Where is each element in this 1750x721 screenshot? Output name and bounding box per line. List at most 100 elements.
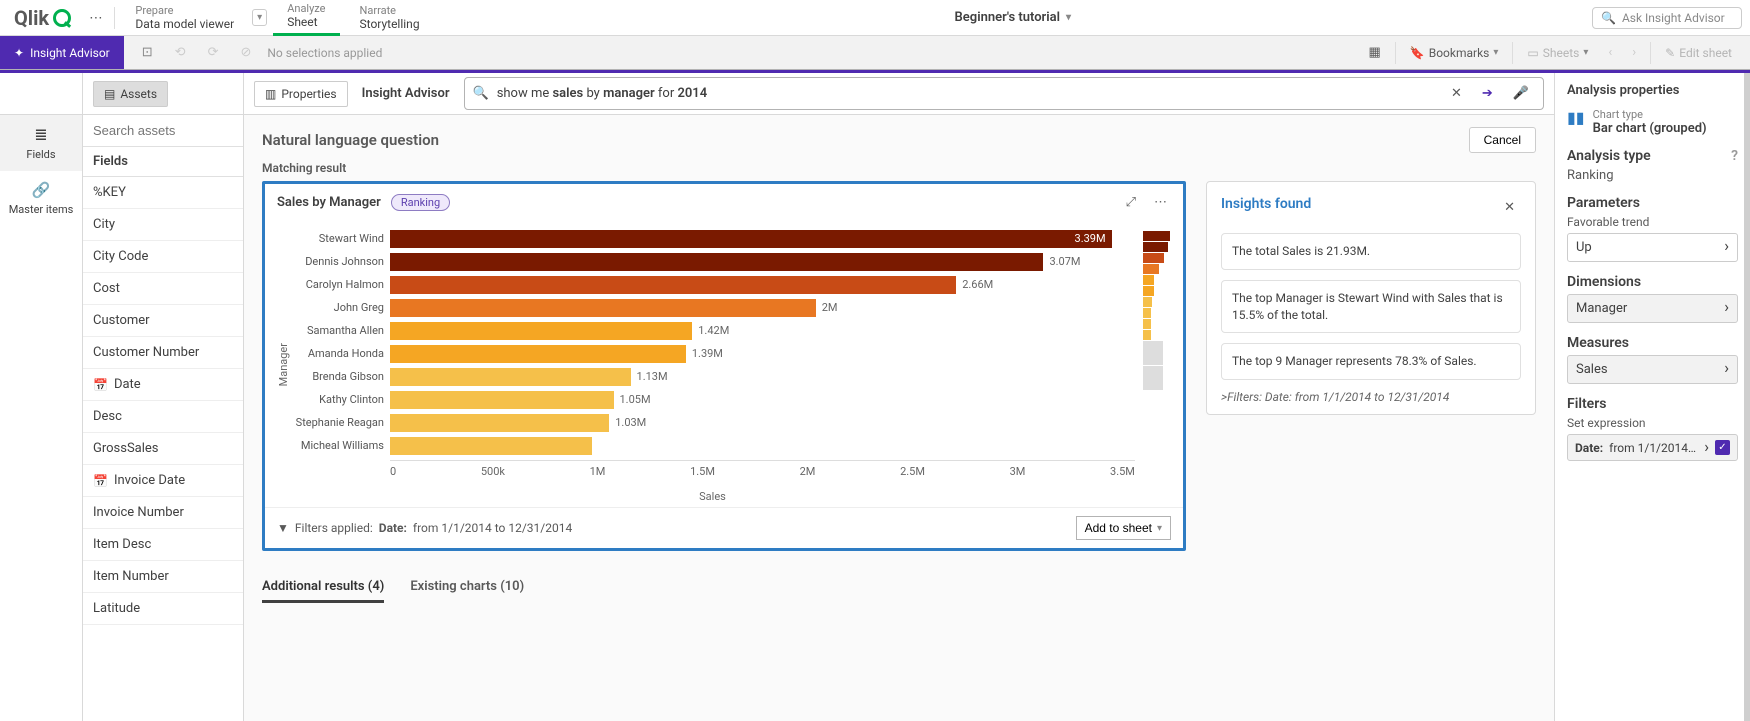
ask-insight-search[interactable]: 🔍 Ask Insight Advisor	[1592, 7, 1742, 29]
field-item[interactable]: 📅Invoice Date	[83, 465, 243, 497]
sheets-button[interactable]: ▭ Sheets ▾	[1521, 43, 1594, 63]
insight-advisor-chip[interactable]: ✦ Insight Advisor	[0, 36, 124, 69]
more-icon[interactable]: ⋯	[83, 6, 108, 30]
add-to-sheet-label: Add to sheet	[1085, 521, 1152, 535]
measure-select[interactable]: Sales	[1567, 355, 1738, 384]
chevron-right-icon	[1724, 362, 1729, 377]
search-icon: 🔍	[473, 86, 489, 101]
nl-query-text: show me sales by manager for 2014	[497, 86, 1437, 101]
bar-rect: 2.66M	[390, 276, 956, 294]
field-item-label: Customer Number	[93, 345, 199, 360]
expand-icon[interactable]: ⤢	[1122, 195, 1140, 210]
nl-query-box[interactable]: 🔍 show me sales by manager for 2014 ✕ ➔ …	[464, 77, 1545, 110]
field-item[interactable]: Cost	[83, 273, 243, 305]
search-assets-input[interactable]	[83, 115, 243, 147]
step-fwd-icon[interactable]: ⟳	[202, 41, 225, 64]
divider	[114, 7, 115, 29]
insight-advisor-crumb: Insight Advisor	[362, 86, 450, 101]
divider	[1512, 42, 1513, 64]
nav-narrate-value: Storytelling	[360, 17, 420, 31]
field-item[interactable]: Item Desc	[83, 529, 243, 561]
favorable-trend-label: Favorable trend	[1567, 215, 1738, 229]
nav-narrate[interactable]: Narrate Storytelling	[346, 0, 434, 36]
next-sheet-icon[interactable]: ›	[1626, 41, 1642, 64]
grid-icon[interactable]: ▦	[1362, 41, 1386, 64]
field-item[interactable]: 📅Date	[83, 369, 243, 401]
bar-row[interactable]: John Greg2M	[390, 296, 1135, 319]
mic-icon[interactable]: 🎤	[1507, 82, 1535, 105]
result-tabs: Additional results (4) Existing charts (…	[244, 567, 1554, 607]
chart-area[interactable]: Manager Stewart Wind3.39MDennis Johnson3…	[265, 221, 1183, 507]
brand-logo[interactable]: Qlik	[8, 6, 77, 30]
analysis-properties-panel: Analysis properties ▮▮ Chart type Bar ch…	[1554, 73, 1750, 721]
submit-query-icon[interactable]: ➔	[1476, 82, 1499, 105]
insights-card: Insights found ✕ The total Sales is 21.9…	[1206, 181, 1536, 415]
x-tick: 2.5M	[900, 465, 925, 478]
checkbox-checked-icon[interactable]: ✓	[1715, 440, 1730, 455]
sheet-icon: ▭	[1527, 46, 1538, 60]
tab-existing-charts[interactable]: Existing charts (10)	[410, 579, 524, 603]
field-item[interactable]: GrossSales	[83, 433, 243, 465]
bar-category-label: Amanda Honda	[290, 347, 390, 360]
vtab-master-items[interactable]: 🔗 Master items	[0, 171, 82, 226]
dimension-select[interactable]: Manager	[1567, 294, 1738, 323]
mini-bar	[1143, 330, 1151, 340]
center-panel: ▥ Properties Insight Advisor 🔍 show me s…	[244, 73, 1554, 721]
field-item[interactable]: Item Number	[83, 561, 243, 593]
bar-row[interactable]: Carolyn Halmon2.66M	[390, 273, 1135, 296]
bar-row[interactable]: Stephanie Reagan1.03M	[390, 411, 1135, 434]
cancel-button[interactable]: Cancel	[1469, 127, 1536, 153]
field-item[interactable]: City	[83, 209, 243, 241]
step-back-icon[interactable]: ⟲	[169, 41, 192, 64]
x-axis-label: Sales	[290, 490, 1135, 503]
matching-result-label: Matching result	[244, 161, 1554, 181]
bar-row[interactable]: Kathy Clinton1.05M	[390, 388, 1135, 411]
fields-list[interactable]: %KEYCityCity CodeCostCustomer Customer Nu…	[83, 177, 243, 721]
field-item[interactable]: Desc	[83, 401, 243, 433]
mini-scroll-handle[interactable]	[1143, 366, 1163, 390]
mini-scroll-handle[interactable]	[1143, 341, 1163, 365]
properties-tab-button[interactable]: ▥ Properties	[254, 81, 348, 107]
nav-prepare[interactable]: Prepare Data model viewer ▾	[121, 0, 267, 36]
bar-row[interactable]: Samantha Allen1.42M	[390, 319, 1135, 342]
center-scroll[interactable]: Natural language question Cancel Matchin…	[244, 115, 1554, 721]
field-item[interactable]: Latitude	[83, 593, 243, 625]
prev-sheet-icon[interactable]: ‹	[1602, 41, 1618, 64]
mini-map-chart[interactable]	[1143, 227, 1171, 503]
assets-tab-button[interactable]: ▤ Assets	[93, 81, 168, 107]
add-to-sheet-button[interactable]: Add to sheet ▾	[1076, 516, 1171, 540]
filter-chip[interactable]: Date: from 1/1/2014 to 1... ✓	[1567, 434, 1738, 461]
more-icon[interactable]: ⋯	[1150, 195, 1171, 210]
field-item[interactable]: City Code	[83, 241, 243, 273]
bar-row[interactable]: Dennis Johnson3.07M	[390, 250, 1135, 273]
help-icon[interactable]: ?	[1731, 148, 1738, 164]
app-title[interactable]: Beginner's tutorial ▾	[440, 10, 1586, 25]
field-item[interactable]: Invoice Number	[83, 497, 243, 529]
bar-category-label: Carolyn Halmon	[290, 278, 390, 291]
bookmarks-button[interactable]: 🔖 Bookmarks ▾	[1404, 43, 1505, 63]
tab-additional-results[interactable]: Additional results (4)	[262, 579, 384, 603]
set-expression-label: Set expression	[1567, 416, 1738, 430]
bar-value-label: 2M	[822, 301, 838, 314]
close-icon[interactable]: ✕	[1498, 196, 1521, 219]
insight-item[interactable]: The top Manager is Stewart Wind with Sal…	[1221, 280, 1521, 334]
x-tick: 1.5M	[690, 465, 715, 478]
clear-sel-icon[interactable]: ⊘	[234, 41, 257, 64]
field-item[interactable]: %KEY	[83, 177, 243, 209]
bar-row[interactable]: Amanda Honda1.39M	[390, 342, 1135, 365]
edit-sheet-button[interactable]: ✎ Edit sheet	[1659, 43, 1738, 63]
field-item[interactable]: Customer Number	[83, 337, 243, 369]
chevron-down-icon[interactable]: ▾	[252, 9, 267, 26]
field-item[interactable]: Customer	[83, 305, 243, 337]
insight-item[interactable]: The total Sales is 21.93M.	[1221, 233, 1521, 270]
insight-item[interactable]: The top 9 Manager represents 78.3% of Sa…	[1221, 343, 1521, 380]
vtab-fields[interactable]: ≣ Fields	[0, 115, 82, 171]
nav-analyze[interactable]: Analyze Sheet	[273, 0, 339, 36]
bar-row[interactable]: Micheal Williams	[390, 434, 1135, 457]
bar-row[interactable]: Brenda Gibson1.13M	[390, 365, 1135, 388]
bar-row[interactable]: Stewart Wind3.39M	[390, 227, 1135, 250]
favorable-trend-select[interactable]: Up	[1567, 233, 1738, 262]
ask-placeholder: Ask Insight Advisor	[1622, 11, 1725, 25]
smart-select-icon[interactable]: ⊡	[136, 41, 159, 64]
clear-query-icon[interactable]: ✕	[1445, 82, 1468, 105]
